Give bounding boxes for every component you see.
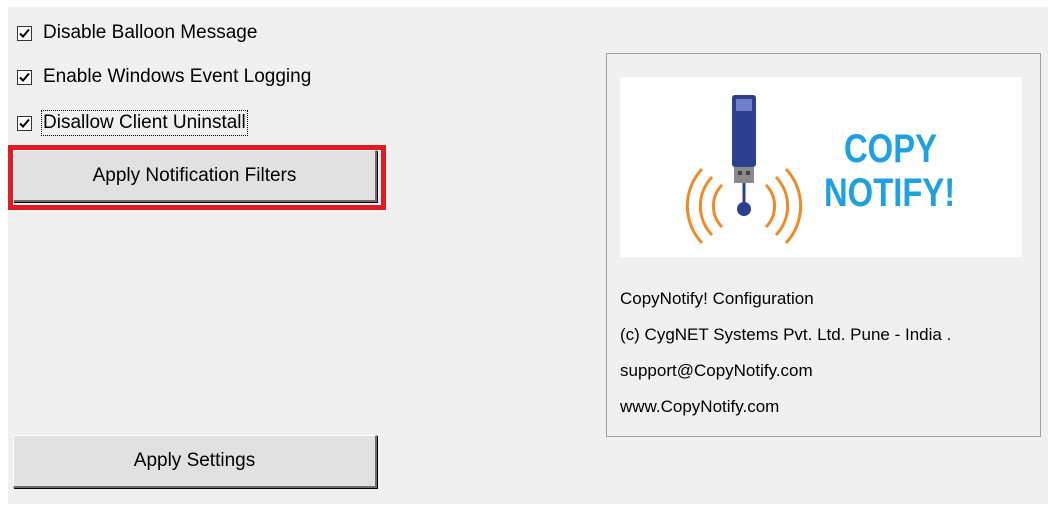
about-website: www.CopyNotify.com — [620, 397, 780, 416]
checkbox-disallow-uninstall[interactable]: Disallow Client Uninstall — [17, 110, 248, 136]
checkbox-box[interactable] — [17, 115, 32, 131]
checkbox-box[interactable] — [17, 25, 32, 41]
checkbox-label: Disallow Client Uninstall — [41, 110, 248, 136]
about-email: support@CopyNotify.com — [620, 361, 813, 380]
checkmark-icon — [19, 118, 30, 128]
checkbox-box[interactable] — [17, 69, 32, 85]
checkmark-icon — [19, 28, 30, 38]
usb-signal-icon — [685, 95, 803, 245]
highlight-box — [8, 145, 386, 210]
apply-settings-button[interactable]: Apply Settings — [13, 435, 377, 488]
checkbox-enable-event-logging[interactable]: Enable Windows Event Logging — [17, 64, 311, 90]
checkbox-label: Enable Windows Event Logging — [43, 66, 312, 87]
about-copyright: (c) CygNET Systems Pvt. Ltd. Pune - Indi… — [620, 325, 952, 344]
logo-line2: NOTIFY! — [824, 171, 956, 215]
checkbox-disable-balloon[interactable]: Disable Balloon Message — [17, 20, 257, 46]
about-title: CopyNotify! Configuration — [620, 289, 814, 308]
checkmark-icon — [19, 72, 30, 82]
logo-line1: COPY — [844, 127, 937, 171]
copynotify-logo: COPY NOTIFY! — [620, 77, 1022, 257]
checkbox-label: Disable Balloon Message — [43, 22, 258, 43]
